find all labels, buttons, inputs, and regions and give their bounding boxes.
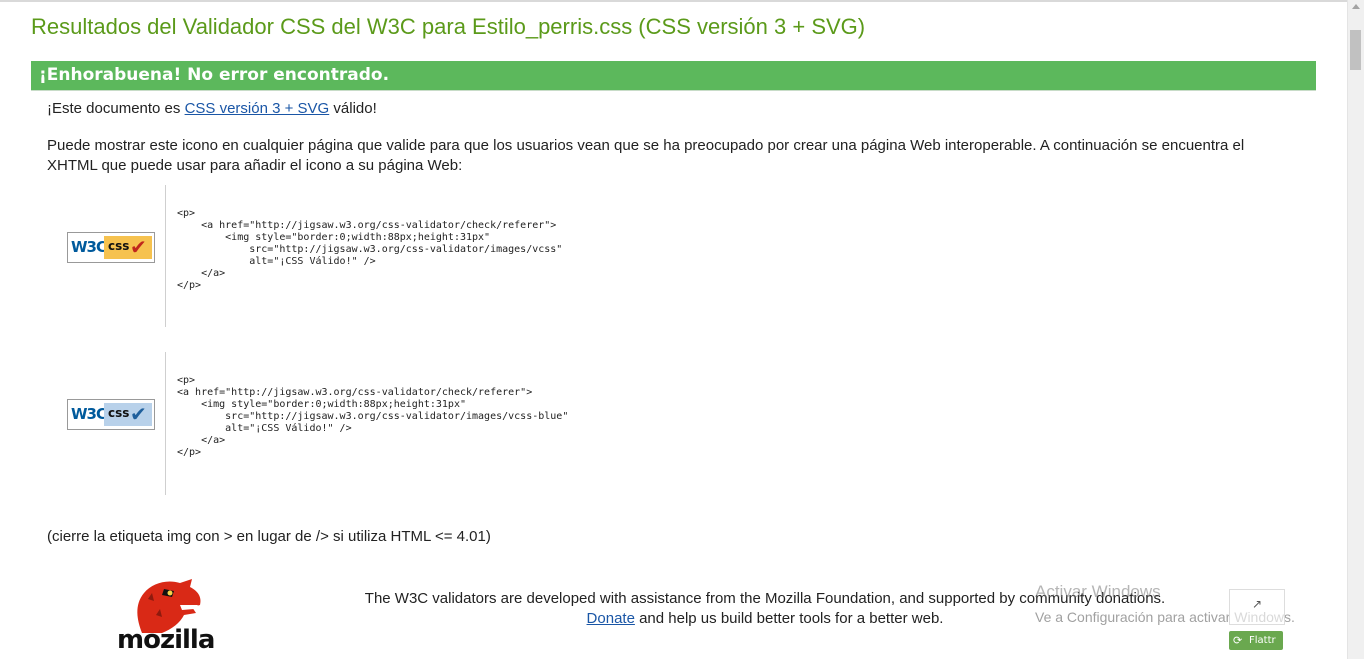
- external-link-box[interactable]: ↗: [1229, 589, 1285, 625]
- page-title: Resultados del Validador CSS del W3C par…: [31, 14, 866, 39]
- code-divider: [165, 185, 166, 327]
- badge-code-snippet: <p> <a href="http://jigsaw.w3.org/css-va…: [177, 208, 563, 291]
- badge-row-vcss: W3C css ✔ <p> <a href="http://jigsaw.w3.…: [47, 185, 747, 327]
- scrollbar-thumb[interactable]: [1350, 30, 1361, 70]
- divider: [31, 90, 1316, 91]
- css-badge-text: css: [108, 406, 130, 420]
- donate-link[interactable]: Donate: [587, 610, 635, 627]
- css-badge-area: css ✔: [104, 236, 152, 259]
- vcss-blue-badge-link[interactable]: W3C css ✔: [67, 399, 155, 430]
- css-badge-text: css: [108, 239, 130, 253]
- success-message: ¡Enhorabuena! No error encontrado.: [39, 65, 390, 85]
- flattr-button[interactable]: ⟳ Flattr: [1229, 631, 1283, 650]
- check-icon: ✔: [130, 404, 147, 426]
- html401-note: (cierre la etiqueta img con > en lugar d…: [47, 528, 491, 545]
- check-icon: ✔: [130, 237, 147, 259]
- badge-code-snippet: <p> <a href="http://jigsaw.w3.org/css-va…: [177, 375, 569, 458]
- success-banner: ¡Enhorabuena! No error encontrado.: [31, 61, 1316, 90]
- footer-line2-text: and help us build better tools for a bet…: [634, 610, 944, 627]
- valid-suffix: válido!: [329, 100, 377, 117]
- vcss-badge-link[interactable]: W3C css ✔: [67, 232, 155, 263]
- css-version-link[interactable]: CSS versión 3 + SVG: [185, 100, 330, 117]
- w3c-logo-text: W3C: [71, 405, 107, 423]
- mozilla-wordmark: mozilla: [117, 625, 215, 655]
- icon-info-paragraph: Puede mostrar este icono en cualquier pá…: [47, 137, 1245, 174]
- valid-statement: ¡Este documento es CSS versión 3 + SVG v…: [47, 100, 377, 117]
- flattr-label: Flattr: [1249, 635, 1276, 646]
- windows-activation-title: Activar Windows: [1035, 582, 1161, 601]
- mozilla-logo[interactable]: mozilla: [112, 575, 222, 659]
- code-divider: [165, 352, 166, 495]
- css-badge-area: css ✔: [104, 403, 152, 426]
- badge-row-vcss-blue: W3C css ✔ <p> <a href="http://jigsaw.w3.…: [47, 352, 747, 495]
- window-top-border: [0, 0, 1348, 2]
- vertical-scrollbar[interactable]: [1347, 0, 1364, 659]
- scroll-up-arrow-icon[interactable]: [1352, 4, 1360, 9]
- w3c-logo-text: W3C: [71, 238, 107, 256]
- external-link-icon: ↗: [1252, 597, 1263, 611]
- valid-prefix: ¡Este documento es: [47, 100, 185, 117]
- flattr-icon: ⟳: [1233, 635, 1243, 647]
